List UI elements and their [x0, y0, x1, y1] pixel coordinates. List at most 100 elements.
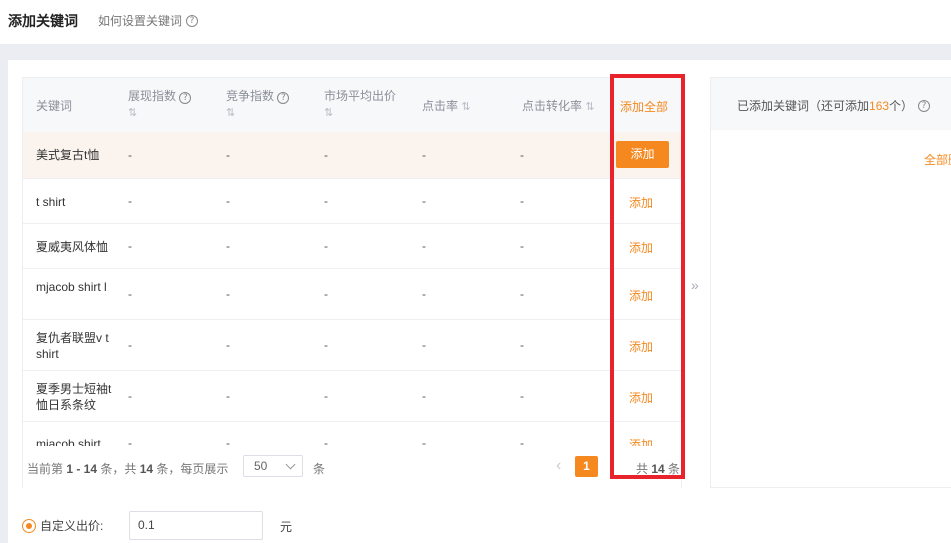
- question-icon: ?: [277, 92, 290, 104]
- question-icon: ?: [179, 92, 192, 104]
- column-competition-index[interactable]: 竞争指数 ? ⇅: [226, 88, 290, 121]
- column-competition-label: 竞争指数: [226, 89, 275, 103]
- add-all-button[interactable]: 添加全部: [620, 98, 668, 115]
- competition-cell: -: [226, 389, 230, 403]
- avg-price-cell: -: [324, 389, 328, 403]
- column-impression-index[interactable]: 展现指数 ? ⇅: [128, 88, 192, 121]
- ctr-cell: -: [422, 287, 426, 301]
- total-prefix: 共: [636, 462, 652, 476]
- page-1-button[interactable]: 1: [575, 456, 598, 477]
- avg-price-cell: -: [324, 287, 328, 301]
- remaining-count: 163: [869, 99, 890, 113]
- ctr-cell: -: [422, 148, 426, 162]
- pagination-count: 14: [139, 462, 154, 476]
- avg-price-cell: -: [324, 338, 328, 352]
- table-row: mjacob shirt l - - - - - 添加: [23, 269, 681, 320]
- add-keyword-link[interactable]: 添加: [629, 287, 653, 304]
- custom-bid-radio[interactable]: [22, 518, 36, 533]
- keyword-cell: mjacob shirt: [36, 437, 101, 446]
- add-keyword-link[interactable]: 添加: [629, 239, 653, 256]
- page-title: 添加关键词: [8, 13, 78, 29]
- added-keywords-header: 已添加关键词（还可添加163个） ?: [711, 78, 951, 130]
- column-keyword: 关键词: [36, 98, 72, 114]
- question-icon: ?: [918, 99, 931, 112]
- pagination-text: 条，共: [97, 462, 140, 476]
- added-keywords-title: 已添加关键词（还可添加163个） ?: [737, 97, 931, 114]
- add-keyword-link[interactable]: 添加: [629, 338, 653, 355]
- impression-cell: -: [128, 148, 132, 162]
- cvr-cell: -: [520, 389, 524, 403]
- sort-icon[interactable]: ⇅: [226, 107, 235, 119]
- impression-cell: -: [128, 287, 132, 301]
- table-row: 夏威夷风体恤 - - - - - 添加: [23, 224, 681, 269]
- competition-cell: -: [226, 287, 230, 301]
- add-keyword-link[interactable]: 添加: [629, 194, 653, 211]
- ctr-cell: -: [422, 194, 426, 208]
- custom-bid-option[interactable]: 自定义出价:: [22, 511, 103, 540]
- page-header: 添加关键词 如何设置关键词 ?: [0, 0, 951, 44]
- avg-price-cell: -: [324, 194, 328, 208]
- total-suffix: 条: [664, 462, 681, 476]
- column-avg-price-label: 市场平均出价: [324, 89, 397, 103]
- question-icon: ?: [186, 14, 199, 27]
- sort-icon[interactable]: ⇅: [461, 101, 470, 113]
- delete-all-link[interactable]: 全部删除: [924, 151, 951, 168]
- column-cvr-label: 点击转化率: [522, 99, 583, 113]
- cvr-cell: -: [520, 287, 524, 301]
- transfer-arrow-icon[interactable]: »: [691, 277, 699, 293]
- sort-icon[interactable]: ⇅: [585, 101, 594, 113]
- ctr-cell: -: [422, 389, 426, 403]
- section-divider: [0, 44, 951, 60]
- avg-price-cell: -: [324, 239, 328, 253]
- keyword-cell: mjacob shirt l: [36, 280, 107, 294]
- pagination-prefix: 当前第: [27, 462, 67, 476]
- add-keyword-link[interactable]: 添加: [629, 389, 653, 406]
- column-ctr[interactable]: 点击率 ⇅: [422, 98, 471, 115]
- page-margin: [0, 60, 8, 543]
- column-keyword-label: 关键词: [36, 99, 73, 113]
- impression-cell: -: [128, 436, 132, 446]
- competition-cell: -: [226, 239, 230, 253]
- column-cvr[interactable]: 点击转化率 ⇅: [522, 98, 595, 115]
- column-ctr-label: 点击率: [422, 99, 459, 113]
- sort-icon[interactable]: ⇅: [128, 107, 137, 119]
- impression-cell: -: [128, 338, 132, 352]
- cvr-cell: -: [520, 239, 524, 253]
- column-impression-label: 展现指数: [128, 89, 177, 103]
- impression-cell: -: [128, 389, 132, 403]
- cvr-cell: -: [520, 194, 524, 208]
- table-row: t shirt - - - - - 添加: [23, 179, 681, 224]
- prev-page-button[interactable]: ‹: [556, 457, 561, 475]
- avg-price-cell: -: [324, 436, 328, 446]
- pagination-info: 当前第 1 - 14 条，共 14 条，每页展示: [27, 460, 228, 477]
- table-row: 美式复古t恤 - - - - - 添加: [23, 132, 681, 179]
- add-keyword-link[interactable]: 添加: [629, 436, 653, 446]
- help-link[interactable]: 如何设置关键词 ?: [98, 12, 199, 29]
- cvr-cell: -: [520, 148, 524, 162]
- column-avg-price[interactable]: 市场平均出价 ⇅: [324, 88, 396, 121]
- competition-cell: -: [226, 148, 230, 162]
- keyword-cell: 美式复古t恤: [36, 148, 100, 162]
- keyword-cell: 夏季男士短袖t恤日系条纹: [36, 382, 112, 412]
- cvr-cell: -: [520, 338, 524, 352]
- add-keyword-button[interactable]: 添加: [616, 141, 669, 168]
- competition-cell: -: [226, 338, 230, 352]
- table-row: 夏季男士短袖t恤日系条纹 - - - - - 添加: [23, 371, 681, 422]
- ctr-cell: -: [422, 338, 426, 352]
- keyword-table-body[interactable]: 美式复古t恤 - - - - - 添加 t shirt - - - - - 添加…: [23, 132, 681, 446]
- total-number: 14: [651, 462, 665, 476]
- page-size-select[interactable]: 50: [243, 455, 303, 477]
- impression-cell: -: [128, 239, 132, 253]
- added-title-suffix: 个）: [889, 99, 914, 113]
- pagination-bar: 当前第 1 - 14 条，共 14 条，每页展示 50 条 ‹ 1 共 14 条: [23, 446, 681, 488]
- ctr-cell: -: [422, 239, 426, 253]
- ctr-cell: -: [422, 436, 426, 446]
- pagination-text: 条，每页展示: [153, 462, 229, 476]
- custom-bid-input[interactable]: 0.1: [129, 511, 263, 540]
- keyword-cell: 复仇者联盟v t shirt: [36, 331, 109, 361]
- avg-price-cell: -: [324, 148, 328, 162]
- keyword-cell: 夏威夷风体恤: [36, 240, 109, 254]
- table-row: 复仇者联盟v t shirt - - - - - 添加: [23, 320, 681, 371]
- keyword-cell: t shirt: [36, 195, 66, 209]
- sort-icon[interactable]: ⇅: [324, 107, 333, 119]
